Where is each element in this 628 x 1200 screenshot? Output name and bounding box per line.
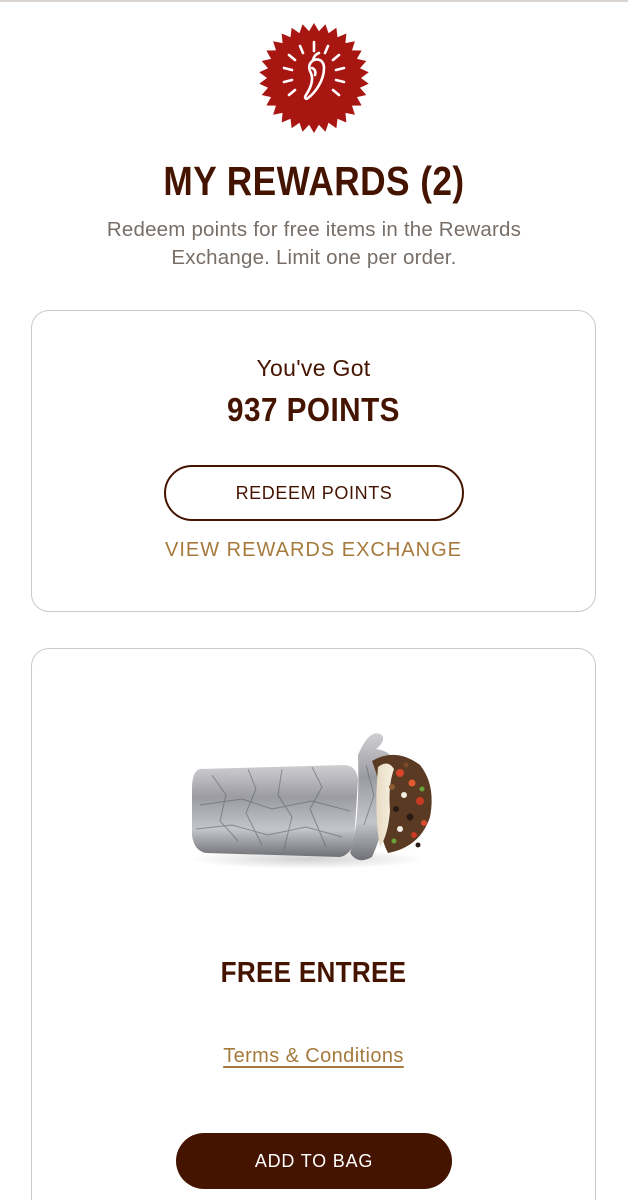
top-divider xyxy=(0,0,628,2)
reward-card: FREE ENTREE Terms & Conditions ADD TO BA… xyxy=(31,648,596,1200)
chili-pepper-badge-icon xyxy=(259,23,369,133)
points-balance: 937 POINTS xyxy=(227,391,400,428)
view-rewards-exchange-link[interactable]: VIEW REWARDS EXCHANGE xyxy=(32,539,595,562)
points-card: You've Got 937 POINTS REDEEM POINTS VIEW… xyxy=(31,310,596,612)
add-to-bag-button[interactable]: ADD TO BAG xyxy=(176,1133,452,1189)
burrito-image xyxy=(189,733,432,869)
page-title: MY REWARDS (2) xyxy=(163,158,465,204)
points-label: You've Got xyxy=(256,355,371,381)
terms-and-conditions-link[interactable]: Terms & Conditions xyxy=(32,1045,595,1068)
page-subtitle: Redeem points for free items in the Rewa… xyxy=(106,218,522,269)
reward-name: FREE ENTREE xyxy=(220,957,407,989)
redeem-points-button[interactable]: REDEEM POINTS xyxy=(164,465,464,521)
rewards-page: MY REWARDS (2) Redeem points for free it… xyxy=(0,0,628,1200)
